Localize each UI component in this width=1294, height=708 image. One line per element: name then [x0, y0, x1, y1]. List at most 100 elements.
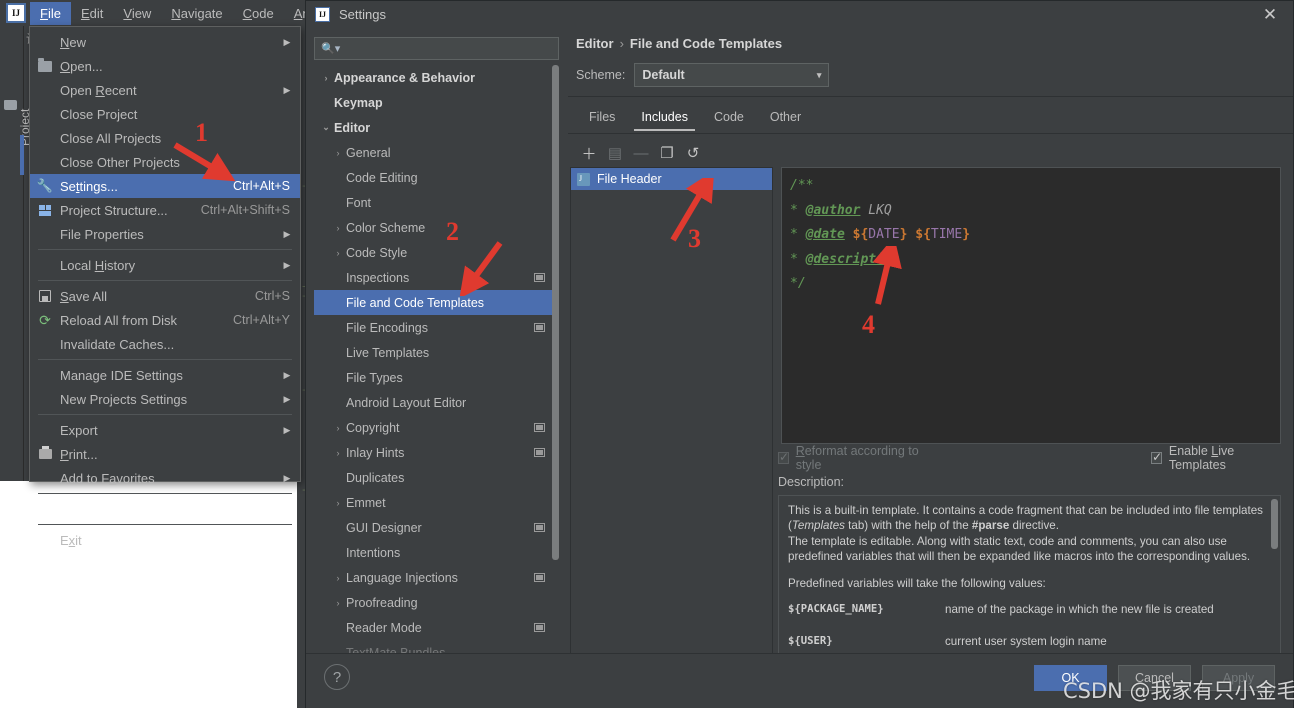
tree-item-appearance-behavior[interactable]: › Appearance & Behavior [314, 65, 559, 90]
menu-item-open-recent[interactable]: Open Recent ▶ [30, 78, 300, 102]
chevron-right-icon[interactable]: › [330, 598, 346, 608]
tab-includes[interactable]: Includes [628, 104, 701, 133]
tree-item-editor[interactable]: ⌄ Editor [314, 115, 559, 140]
tab-files[interactable]: Files [576, 104, 628, 133]
checkbox-box[interactable] [778, 450, 789, 464]
menu-separator [38, 280, 292, 281]
menu-item-print[interactable]: Print... [30, 442, 300, 466]
breadcrumb-separator: › [619, 36, 624, 51]
menu-item-new-projects-settings[interactable]: New Projects Settings ▶ [30, 387, 300, 411]
tree-item-live-templates[interactable]: Live Templates [314, 340, 559, 365]
menubar-item-code[interactable]: Code [233, 2, 284, 25]
tree-item-inlay-hints[interactable]: › Inlay Hints [314, 440, 559, 465]
chevron-right-icon[interactable]: › [330, 498, 346, 508]
tree-item-general[interactable]: › General [314, 140, 559, 165]
tree-item-duplicates[interactable]: Duplicates [314, 465, 559, 490]
file-menu-popup[interactable]: New ▶ Open... Open Recent ▶ Close Projec… [29, 26, 301, 548]
template-code-editor[interactable]: /** * @author LKQ * @date ${DATE} ${TIME… [781, 167, 1281, 444]
menu-item-export[interactable]: Export ▶ [30, 418, 300, 442]
menubar-item-view[interactable]: View [113, 2, 161, 25]
menu-item-project-structure[interactable]: Project Structure... Ctrl+Alt+Shift+S [30, 198, 300, 222]
tree-item-android-layout-editor[interactable]: Android Layout Editor [314, 390, 559, 415]
scheme-row: Scheme: Default ▾ [576, 63, 830, 87]
menu-item-new[interactable]: New ▶ [30, 30, 300, 54]
chevron-right-icon[interactable]: › [330, 573, 346, 583]
enable-live-templates-checkbox[interactable]: Enable Live Templates [1151, 444, 1278, 472]
submenu-arrow-icon: ▶ [283, 472, 291, 483]
checkbox-label: Reformat according to style [795, 444, 919, 472]
chevron-right-icon[interactable]: › [330, 423, 346, 433]
selection-accent-bar [20, 135, 24, 175]
menu-item-close-other-projects[interactable]: Close Other Projects [30, 150, 300, 174]
template-list-toolbar[interactable]: ＋ ▤ — ❐ ↺ [570, 139, 770, 167]
tree-item-proofreading[interactable]: › Proofreading [314, 590, 559, 615]
template-tabs[interactable]: Files Includes Code Other [576, 104, 814, 133]
menubar-item-navigate[interactable]: Navigate [161, 2, 232, 25]
tree-item-label: File Types [346, 370, 403, 385]
menu-item-icon-blank [30, 78, 60, 102]
menu-item-open[interactable]: Open... [30, 54, 300, 78]
tree-item-copyright[interactable]: › Copyright [314, 415, 559, 440]
tree-item-code-editing[interactable]: Code Editing [314, 165, 559, 190]
tree-item-color-scheme[interactable]: › Color Scheme [314, 215, 559, 240]
tab-other[interactable]: Other [757, 104, 814, 133]
scheme-dropdown[interactable]: Default ▾ [634, 63, 830, 87]
chevron-right-icon[interactable]: › [330, 223, 346, 233]
tree-item-label: Appearance & Behavior [334, 70, 476, 85]
menu-item-icon-blank [30, 102, 60, 126]
tree-item-font[interactable]: Font [314, 190, 559, 215]
tree-item-keymap[interactable]: Keymap [314, 90, 559, 115]
tree-item-code-style[interactable]: › Code Style [314, 240, 559, 265]
chevron-right-icon[interactable]: › [330, 148, 346, 158]
chevron-right-icon[interactable]: › [330, 248, 346, 258]
tab-code[interactable]: Code [701, 104, 757, 133]
menu-item-invalidate-caches[interactable]: Invalidate Caches... [30, 332, 300, 356]
menu-item-close-project[interactable]: Close Project [30, 102, 300, 126]
tree-item-file-and-code-templates[interactable]: File and Code Templates [314, 290, 559, 315]
chevron-right-icon[interactable]: › [318, 73, 334, 83]
help-button[interactable]: ? [324, 664, 350, 690]
menubar[interactable]: File Edit View Navigate Code Analyze [30, 0, 350, 26]
menu-item-add-to-favorites[interactable]: Add to Favorites ▶ [30, 466, 300, 490]
tree-item-intentions[interactable]: Intentions [314, 540, 559, 565]
description-scrollbar-thumb[interactable] [1271, 499, 1278, 549]
search-input[interactable] [340, 40, 558, 57]
menu-item-local-history[interactable]: Local History ▶ [30, 253, 300, 277]
tree-item-inspections[interactable]: Inspections [314, 265, 559, 290]
chevron-right-icon[interactable]: › [330, 448, 346, 458]
tree-item-language-injections[interactable]: › Language Injections [314, 565, 559, 590]
tree-item-gui-designer[interactable]: GUI Designer [314, 515, 559, 540]
menu-item-save-all[interactable]: Save All Ctrl+S [30, 284, 300, 308]
menu-item-reload-all-from-disk[interactable]: ⟳ Reload All from Disk Ctrl+Alt+Y [30, 308, 300, 332]
reset-icon[interactable]: ↺ [680, 141, 706, 165]
tree-item-reader-mode[interactable]: Reader Mode [314, 615, 559, 640]
menu-item-shortcut: Ctrl+Alt+Y [233, 313, 290, 327]
close-icon[interactable]: ✕ [1257, 5, 1283, 25]
menu-item-file-properties[interactable]: File Properties ▶ [30, 222, 300, 246]
settings-tree[interactable]: › Appearance & Behavior Keymap ⌄ Editor › G… [314, 65, 559, 653]
menu-item-settings[interactable]: 🔧 Settings... Ctrl+Alt+S [30, 174, 300, 198]
tree-item-emmet[interactable]: › Emmet [314, 490, 559, 515]
menu-item-close-all-projects[interactable]: Close All Projects [30, 126, 300, 150]
breadcrumb-parent[interactable]: Editor [576, 36, 614, 51]
dialog-title: Settings [339, 7, 386, 22]
tree-scrollbar[interactable] [552, 65, 559, 560]
tree-item-file-encodings[interactable]: File Encodings [314, 315, 559, 340]
annotation-arrow-4 [872, 246, 902, 305]
reformat-according-to-style-checkbox[interactable]: Reformat according to style [778, 444, 928, 472]
menu-item-power-save-mode[interactable] [30, 497, 300, 521]
menu-item-exit[interactable]: Exit [30, 528, 300, 552]
duplicate-icon[interactable]: ❐ [654, 141, 680, 165]
tree-item-file-types[interactable]: File Types [314, 365, 559, 390]
plus-icon[interactable]: ＋ [576, 141, 602, 165]
menu-item-manage-ide-settings[interactable]: Manage IDE Settings ▶ [30, 363, 300, 387]
checkbox-box[interactable] [1151, 450, 1162, 464]
tree-item-textmate-bundles[interactable]: TextMate Bundles [314, 640, 559, 654]
java-template-icon [577, 172, 590, 186]
menu-item-icon-blank [30, 387, 60, 411]
chevron-down-icon[interactable]: ⌄ [318, 122, 334, 133]
menu-item-icon-blank [30, 418, 60, 442]
settings-search-box[interactable]: 🔍▾ [314, 37, 559, 60]
menubar-item-file[interactable]: File [30, 1, 71, 25]
menubar-item-edit[interactable]: Edit [71, 2, 113, 25]
